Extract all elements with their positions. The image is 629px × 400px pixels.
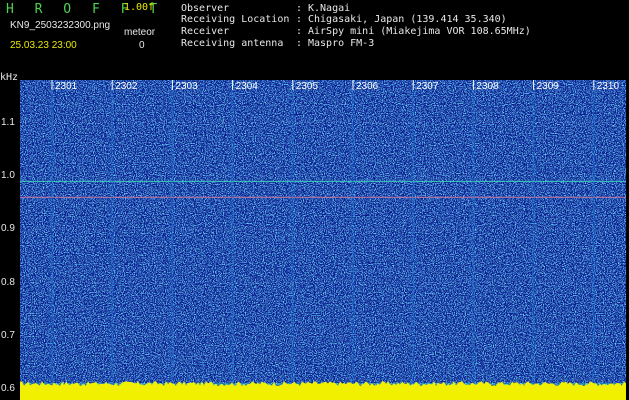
y-axis-unit: kHz [0, 72, 19, 83]
info-separator: : [296, 14, 303, 25]
info-value-antenna: Maspro FM-3 [308, 38, 375, 49]
y-tick-label: 1.1 [1, 116, 15, 128]
x-tick-label: 2309 [537, 81, 560, 92]
x-tick-label: 2302 [115, 81, 138, 92]
info-label-location: Receiving Location [181, 14, 290, 25]
version-label: 1.00f [124, 2, 155, 13]
observation-datetime: 25.03.23 23:00 [10, 40, 77, 51]
y-tick-label: 0.6 [1, 383, 15, 395]
x-tick-label: 2306 [356, 81, 379, 92]
y-tick-label: 0.7 [1, 330, 15, 341]
info-separator: : [296, 3, 303, 14]
info-separator: : [296, 26, 303, 37]
x-tick-label: 2305 [296, 81, 319, 92]
x-tick-label: 2308 [476, 81, 499, 92]
meteor-label: meteor [124, 27, 156, 38]
x-tick-label: 2307 [416, 81, 439, 92]
info-value-receiver: AirSpy mini (Miakejima VOR 108.65MHz) [308, 26, 531, 37]
x-tick-label: 2310 [597, 81, 620, 92]
info-label-antenna: Receiving antenna [181, 38, 284, 49]
file-name: KN9_2503232300.png [10, 20, 111, 31]
info-value-observer: K.Nagai [308, 3, 351, 14]
info-label-observer: Observer [181, 3, 230, 14]
info-separator: : [296, 38, 303, 49]
y-tick-label: 0.9 [1, 223, 15, 235]
info-value-location: Chigasaki, Japan (139.414 35.340) [308, 14, 507, 25]
x-tick-label: 2301 [55, 81, 78, 92]
meteor-count: 0 [139, 40, 145, 51]
y-tick-label: 1.0 [1, 170, 15, 181]
x-tick-label: 2304 [236, 81, 259, 92]
info-label-receiver: Receiver [181, 26, 230, 37]
y-tick-label: 0.8 [1, 276, 15, 288]
spectrogram-canvas: 2301 2302 2303 2304 2305 2306 2307 2308 2309 2310 [20, 80, 626, 400]
spectrogram: 2301 2302 2303 2304 2305 2306 2307 2308 2309 2310 [20, 80, 626, 400]
x-tick-label: 2303 [175, 81, 198, 92]
